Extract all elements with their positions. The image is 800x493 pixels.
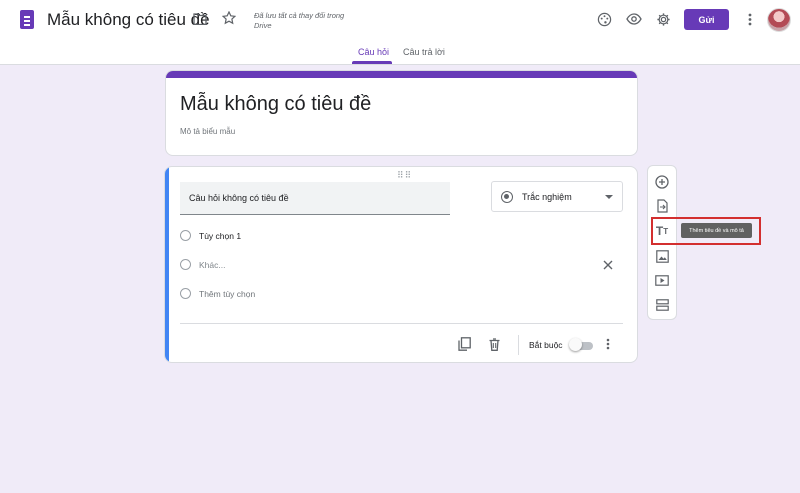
form-title-card[interactable]: Mẫu không có tiêu đề Mô tả biểu mẫu — [165, 70, 638, 156]
footer-vertical-divider — [518, 335, 519, 355]
question-title-text: Câu hỏi không có tiêu đề — [189, 193, 289, 203]
dropdown-caret-icon — [605, 195, 613, 199]
form-description-input[interactable]: Mô tả biểu mẫu — [180, 127, 235, 136]
question-card[interactable]: ⠿⠿ Câu hỏi không có tiêu đề Trắc nghiệm … — [164, 166, 638, 363]
option-radio-icon — [180, 230, 191, 241]
tab-questions[interactable]: Câu hỏi — [358, 47, 389, 57]
palette-icon[interactable] — [596, 11, 612, 27]
folder-icon[interactable] — [192, 11, 208, 27]
top-bar: Mẫu không có tiêu đề Đã lưu tất cả thay … — [0, 0, 800, 65]
save-status: Đã lưu tất cả thay đổi trong Drive — [254, 11, 345, 30]
radio-type-icon — [501, 191, 513, 203]
highlight-box — [651, 217, 761, 245]
required-label: Bắt buộc — [529, 340, 563, 350]
tab-responses[interactable]: Câu trả lời — [403, 47, 445, 57]
forms-logo-icon[interactable] — [20, 10, 34, 29]
question-type-select[interactable]: Trắc nghiệm — [491, 181, 623, 212]
remove-option-close-icon[interactable] — [601, 258, 615, 272]
settings-gear-icon[interactable] — [655, 11, 671, 27]
document-title[interactable]: Mẫu không có tiêu đề — [47, 10, 210, 30]
add-image-icon[interactable] — [654, 248, 670, 264]
active-card-accent — [165, 167, 169, 362]
preview-eye-icon[interactable] — [626, 11, 642, 27]
send-button[interactable]: Gửi — [684, 9, 729, 30]
add-video-icon[interactable] — [654, 272, 670, 288]
add-option-link[interactable]: Thêm tùy chọn — [199, 289, 255, 299]
option-radio-icon — [180, 288, 191, 299]
active-tab-indicator — [352, 61, 392, 64]
question-title-input[interactable]: Câu hỏi không có tiêu đề — [180, 182, 450, 215]
form-title[interactable]: Mẫu không có tiêu đề — [180, 93, 371, 116]
more-vert-icon[interactable] — [743, 11, 757, 27]
title-card-color-band — [166, 71, 637, 78]
delete-trash-icon[interactable] — [486, 336, 502, 352]
other-option-input[interactable]: Khác... — [199, 260, 225, 270]
required-toggle-knob[interactable] — [569, 338, 582, 351]
card-more-vert-icon[interactable] — [603, 336, 613, 352]
star-icon[interactable] — [221, 10, 237, 26]
add-section-icon[interactable] — [654, 297, 670, 313]
card-footer-divider — [180, 323, 623, 324]
duplicate-copy-icon[interactable] — [456, 336, 472, 352]
user-avatar[interactable] — [767, 8, 791, 32]
option-radio-icon — [180, 259, 191, 270]
drag-handle-icon[interactable]: ⠿⠿ — [397, 170, 412, 181]
add-question-icon[interactable] — [654, 174, 670, 190]
import-questions-icon[interactable] — [654, 198, 670, 214]
option-1-input[interactable]: Tùy chọn 1 — [199, 231, 241, 241]
question-type-label: Trắc nghiệm — [522, 192, 572, 202]
